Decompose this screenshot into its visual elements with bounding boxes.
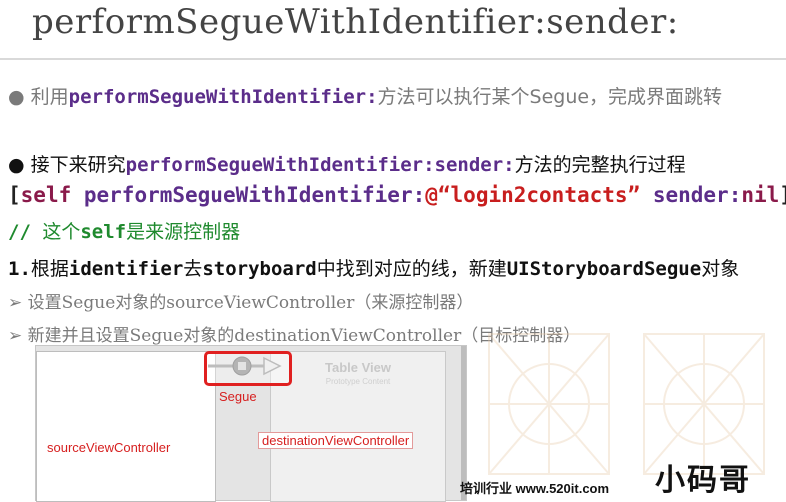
step-text-1: 根据 [30,258,69,280]
sub-step-text: 设置Segue对象的sourceViewController（来源控制器） [27,293,474,313]
code-self: self [20,183,72,207]
step-text-3: 中找到对应的线，新建 [316,258,507,280]
code-comment: // 这个self是来源控制器 [8,217,240,244]
segue-highlight [204,351,292,386]
brand-logo: 小码哥 [655,463,751,498]
segue-label: Segue [219,389,257,404]
sub-step-source: ➢ 设置Segue对象的sourceViewController（来源控制器） [8,288,473,313]
footer-text: 培训行业 www.520it.com [460,481,610,496]
code-selector-2: sender: [640,183,742,207]
code-string: @“login2contacts” [425,183,641,207]
arrow-icon: ➢ [8,326,23,346]
step-1: 1.根据identifier去storyboard中找到对应的线，新建UISto… [8,254,739,281]
step-keyword-identifier: identifier [68,258,184,280]
table-view-title: Table View [325,360,391,375]
step-keyword-class: UIStoryboardSegue [506,258,702,280]
bullet-dot: ● [8,86,25,108]
table-view-subtitle: Prototype Content [325,377,391,386]
code-line: [self performSegueWithIdentifier:@“login… [8,183,786,207]
bullet-text-prefix: 利用 [30,86,69,108]
title-divider [0,58,786,60]
source-view-controller-scene: sourceViewController [36,351,216,502]
code-bracket-open: [ [8,183,21,207]
bullet-text-suffix: 方法的完整执行过程 [514,154,686,176]
arrow-icon: ➢ [8,293,23,313]
step-number: 1. [8,258,31,280]
bullet-dot: ● [8,154,25,176]
code-bracket-close: ]; [779,183,786,207]
step-keyword-storyboard: storyboard [202,258,317,280]
slide-title: performSegueWithIdentifier:sender: [32,2,679,42]
comment-self: self [80,221,127,243]
destination-view-controller-scene: Table View Prototype Content [270,351,446,502]
code-nil: nil [741,183,780,207]
step-text-4: 对象 [701,258,740,280]
code-selector-1: performSegueWithIdentifier: [71,183,426,207]
destination-label: destinationViewController [258,432,414,449]
storyboard-diagram: sourceViewController Table View Prototyp… [35,345,467,502]
comment-slashes: // [8,221,43,243]
comment-text-1: 这个 [42,221,81,243]
bullet-perform-segue: ● 利用performSegueWithIdentifier:方法可以执行某个S… [8,82,722,109]
method-name: performSegueWithIdentifier:sender: [125,154,515,176]
background-pattern [488,333,610,475]
scene-edge [461,346,466,500]
method-name: performSegueWithIdentifier: [68,86,378,108]
bullet-text-suffix: 方法可以执行某个Segue，完成界面跳转 [377,86,723,108]
step-text-2: 去 [183,258,203,280]
source-label: sourceViewController [47,440,171,455]
bullet-research: ● 接下来研究performSegueWithIdentifier:sender… [8,150,686,177]
comment-text-2: 是来源控制器 [126,221,241,243]
bullet-text-prefix: 接下来研究 [30,154,126,176]
